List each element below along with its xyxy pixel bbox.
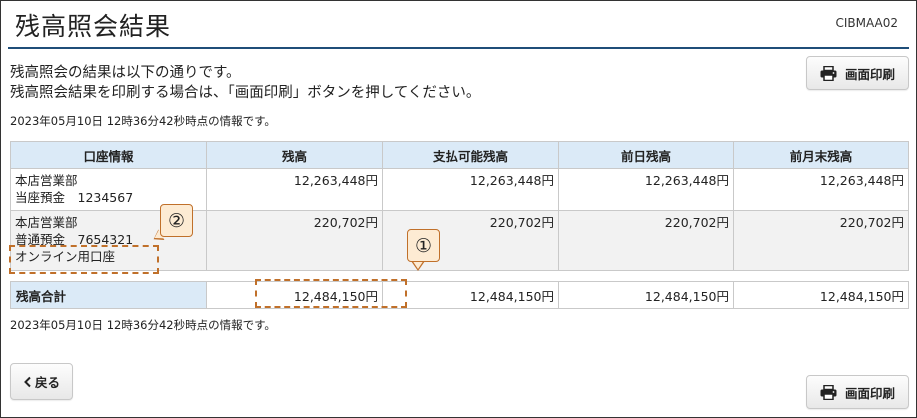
table-header-row: 口座情報 残高 支払可能残高 前日残高 前月末残高	[10, 141, 909, 169]
callout-marker-2: ②	[160, 204, 193, 237]
print-screen-button-bottom[interactable]: 画面印刷	[806, 375, 909, 409]
screen-id: CIBMAA02	[835, 16, 898, 30]
balance-table: 口座情報 残高 支払可能残高 前日残高 前月末残高 本店営業部 当座預金 123…	[10, 141, 909, 309]
balance-cell: 12,263,448円	[206, 168, 383, 211]
table-row: 本店営業部 当座預金 1234567 12,263,448円 12,263,44…	[10, 168, 909, 211]
column-header-balance: 残高	[206, 141, 383, 169]
previous-month-end-balance-cell: 220,702円	[733, 210, 909, 271]
previous-month-end-balance-cell: 12,263,448円	[733, 168, 909, 211]
page-title: 残高照会結果	[15, 12, 172, 41]
back-button[interactable]: 戻る	[10, 363, 73, 400]
printer-icon	[820, 65, 837, 81]
printer-icon	[820, 384, 837, 400]
column-header-previous-month-end-balance: 前月末残高	[733, 141, 909, 169]
balance-cell: 220,702円	[206, 210, 383, 271]
title-divider	[8, 47, 909, 49]
total-label: 残高合計	[10, 281, 207, 309]
table-row: 本店営業部 普通預金 7654321 オンライン用口座 220,702円 220…	[10, 210, 909, 271]
column-header-account-info: 口座情報	[10, 141, 207, 169]
previous-day-balance-cell: 12,263,448円	[558, 168, 734, 211]
account-nickname: オンライン用口座	[15, 249, 116, 264]
total-row: 残高合計 12,484,150円 12,484,150円 12,484,150円…	[10, 281, 909, 309]
available-balance-cell: 12,263,448円	[382, 168, 559, 211]
instruction-line-2: 残高照会結果を印刷する場合は、「画面印刷」ボタンを押してください。	[10, 85, 481, 101]
column-header-previous-day-balance: 前日残高	[558, 141, 734, 169]
balance-inquiry-result-screen: 残高照会結果 CIBMAA02 残高照会の結果は以下の通りです。 残高照会結果を…	[0, 0, 917, 418]
instruction-line-1: 残高照会の結果は以下の通りです。	[10, 65, 241, 81]
back-label: 戻る	[34, 375, 60, 390]
print-screen-button-top[interactable]: 画面印刷	[806, 56, 909, 90]
total-available-balance-cell: 12,484,150円	[382, 281, 559, 309]
table-spacer	[10, 270, 909, 282]
previous-day-balance-cell: 220,702円	[558, 210, 734, 271]
total-balance-cell: 12,484,150円	[206, 281, 383, 309]
column-header-available-balance: 支払可能残高	[382, 141, 559, 169]
callout-marker-1: ①	[407, 229, 440, 262]
info-timestamp-top: 2023年05月10日 12時36分42秒時点の情報です。	[10, 114, 276, 128]
info-timestamp-bottom: 2023年05月10日 12時36分42秒時点の情報です。	[10, 318, 276, 332]
print-screen-label: 画面印刷	[844, 385, 895, 401]
total-previous-month-end-balance-cell: 12,484,150円	[733, 281, 909, 309]
branch-name: 本店営業部	[15, 173, 78, 188]
print-screen-label: 画面印刷	[844, 66, 895, 82]
chevron-left-icon	[23, 376, 32, 388]
total-previous-day-balance-cell: 12,484,150円	[558, 281, 734, 309]
